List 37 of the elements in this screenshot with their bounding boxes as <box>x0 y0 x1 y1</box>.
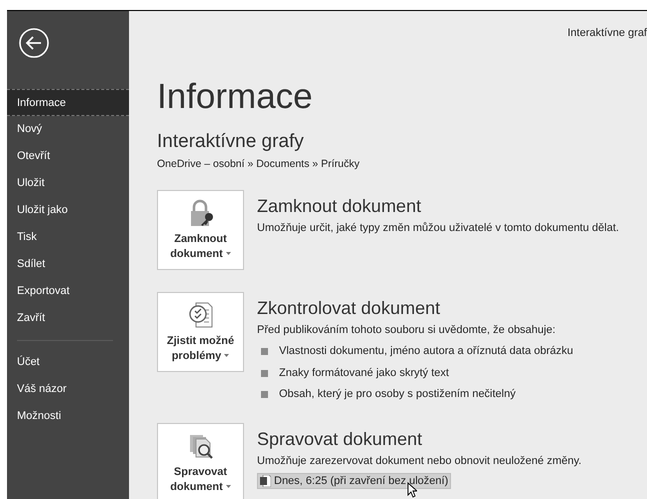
caret-icon <box>226 252 231 256</box>
menu-item[interactable]: Možnosti <box>7 403 129 430</box>
menu-item[interactable]: Nový <box>7 116 129 143</box>
section-description: Před publikováním tohoto souboru si uvědomte, že obsahuje: <box>257 322 556 338</box>
menu-item[interactable]: Váš názor <box>7 376 129 403</box>
section-description: Umožňuje určit, jaké typy změn můžou uživatelé v tomto dokumentu dělat. <box>257 220 619 236</box>
window-title: Interaktívne graf <box>568 26 647 41</box>
section-button[interactable]: Zjistit možné problémy <box>157 292 244 372</box>
word-document-icon <box>260 475 271 488</box>
menu-item[interactable]: Informace <box>7 89 129 116</box>
section-description: Umožňuje zarezervovat dokument nebo obnovit neuložené změny. <box>257 454 582 469</box>
section-button[interactable]: Spravovat dokument <box>157 422 244 499</box>
document-name: Interaktívne grafy <box>157 132 305 151</box>
menu-item[interactable]: Otevřít <box>7 143 129 170</box>
section-heading: Zkontrolovat dokument <box>257 298 442 317</box>
menu-item[interactable]: Zavřít <box>7 305 129 332</box>
section-button[interactable]: Zamknout dokument <box>157 190 244 270</box>
bullet-icon <box>261 370 268 376</box>
caret-icon <box>226 485 231 488</box>
back-button[interactable] <box>18 27 50 59</box>
menu-item[interactable]: Uložit <box>7 170 129 197</box>
menu-item[interactable]: Exportovat <box>7 278 129 305</box>
bullet-icon <box>261 391 268 398</box>
bullet-text: Obsah, který je pro osoby s postižením nečitelný <box>279 387 516 402</box>
document-path: OneDrive – osobní » Documents » Príručky <box>157 157 361 172</box>
section-heading: Spravovat dokument <box>257 430 424 448</box>
caret-icon <box>224 354 230 358</box>
bullet-text: Vlastnosti dokumentu, jméno autora a oříznutá data obrázku <box>279 344 574 360</box>
bullet-icon <box>261 348 268 355</box>
menu-item[interactable]: Uložit jako <box>7 197 129 224</box>
menu-item[interactable]: Účet <box>7 349 129 376</box>
version-item[interactable]: Dnes, 6:25 (při zavření bez uložení) <box>257 473 452 490</box>
menu-item[interactable]: Sdílet <box>7 251 129 278</box>
menu-item[interactable]: Tisk <box>7 224 129 251</box>
section-heading: Zamknout dokument <box>257 196 422 215</box>
bullet-text: Znaky formátované jako skrytý text <box>279 366 449 381</box>
page-title: Informace <box>157 79 314 114</box>
